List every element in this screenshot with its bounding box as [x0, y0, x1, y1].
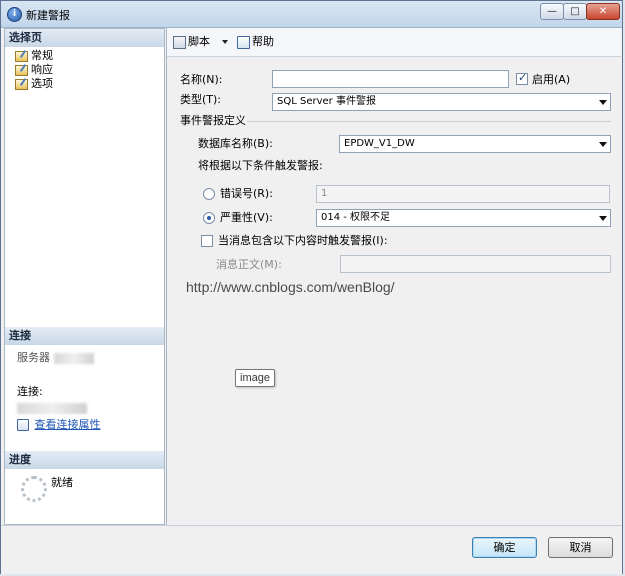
severity-select-value: 014 - 权限不足 — [321, 212, 391, 223]
group-divider — [247, 121, 611, 122]
script-label: 脚本 — [188, 35, 210, 48]
properties-icon — [17, 419, 29, 431]
page-icon — [15, 50, 28, 62]
view-connection-properties-text[interactable]: 查看连接属性 — [35, 418, 101, 431]
error-number-radio[interactable] — [203, 188, 215, 200]
severity-radio[interactable] — [203, 212, 215, 224]
page-item-response[interactable]: 响应 — [15, 63, 53, 77]
database-select[interactable]: EPDW_V1_DW — [339, 135, 611, 153]
chevron-down-icon[interactable] — [221, 40, 228, 44]
database-select-value: EPDW_V1_DW — [344, 138, 415, 149]
button-bar: 确定 取消 — [1, 525, 622, 574]
window-title: 新建警报 — [26, 9, 70, 22]
connection-header: 连接 — [5, 327, 164, 345]
minimize-button[interactable]: — — [540, 3, 564, 20]
type-select[interactable]: SQL Server 事件警报 — [272, 93, 611, 111]
message-text-label: 消息正文(M): — [216, 258, 282, 271]
severity-label: 严重性(V): — [220, 211, 273, 224]
type-label: 类型(T): — [180, 93, 222, 106]
message-text-input[interactable] — [340, 255, 611, 273]
script-button[interactable]: 脚本 — [173, 34, 228, 50]
page-label: 选项 — [31, 77, 53, 90]
page-label: 响应 — [31, 63, 53, 76]
severity-select[interactable]: 014 - 权限不足 — [316, 209, 611, 227]
server-label-text: 服务器 — [17, 351, 50, 364]
alert-dialog-window: i 新建警报 — □ ✕ 选择页 常规 响应 选项 连接 服务器 连接: 查看连… — [0, 0, 623, 574]
watermark-url: http://www.cnblogs.com/wenBlog/ — [186, 279, 395, 295]
connection-label: 连接: — [17, 385, 43, 398]
definition-group-title: 事件警报定义 — [180, 114, 246, 127]
chevron-down-icon — [599, 100, 607, 105]
maximize-button[interactable]: □ — [563, 3, 587, 20]
chevron-down-icon — [599, 216, 607, 221]
help-icon — [237, 35, 250, 49]
error-number-label: 错误号(R): — [220, 187, 273, 200]
connection-value-redacted — [17, 401, 87, 415]
main-panel: 脚本 帮助 名称(N): 启用(A) 类型(T): SQL Server 事件警… — [166, 28, 621, 525]
type-select-value: SQL Server 事件警报 — [277, 96, 376, 107]
image-tooltip: image — [235, 369, 275, 387]
server-value-redacted — [53, 352, 94, 364]
message-contains-label: 当消息包含以下内容时触发警报(I): — [218, 234, 388, 247]
page-item-options[interactable]: 选项 — [15, 77, 53, 91]
message-contains-checkbox[interactable] — [201, 235, 213, 247]
select-page-header: 选择页 — [5, 29, 164, 47]
title-bar[interactable]: i 新建警报 — □ ✕ — [1, 1, 622, 28]
enabled-label: 启用(A) — [532, 73, 571, 86]
progress-header: 进度 — [5, 451, 164, 469]
progress-spinner-icon — [21, 476, 47, 502]
error-number-input[interactable]: 1 — [316, 185, 610, 203]
progress-status: 就绪 — [51, 476, 73, 489]
database-label: 数据库名称(B): — [198, 137, 273, 150]
script-icon — [173, 35, 186, 49]
page-icon — [15, 64, 28, 76]
trigger-condition-label: 将根据以下条件触发警报: — [198, 159, 323, 172]
close-button[interactable]: ✕ — [586, 3, 620, 20]
left-panel: 选择页 常规 响应 选项 连接 服务器 连接: 查看连接属性 进度 就绪 — [4, 28, 165, 525]
enabled-checkbox[interactable] — [516, 71, 528, 85]
name-input[interactable] — [272, 70, 509, 88]
help-label: 帮助 — [252, 35, 274, 48]
cancel-button[interactable]: 取消 — [548, 537, 613, 558]
chevron-down-icon — [599, 142, 607, 147]
page-label: 常规 — [31, 49, 53, 62]
toolbar: 脚本 帮助 — [167, 28, 621, 57]
view-connection-properties-link[interactable]: 查看连接属性 — [17, 418, 101, 432]
name-label: 名称(N): — [180, 73, 223, 86]
page-item-general[interactable]: 常规 — [15, 49, 53, 63]
server-label: 服务器 — [17, 351, 94, 365]
page-icon — [15, 78, 28, 90]
help-button[interactable]: 帮助 — [237, 34, 274, 50]
app-icon: i — [7, 7, 22, 22]
ok-button[interactable]: 确定 — [472, 537, 537, 558]
